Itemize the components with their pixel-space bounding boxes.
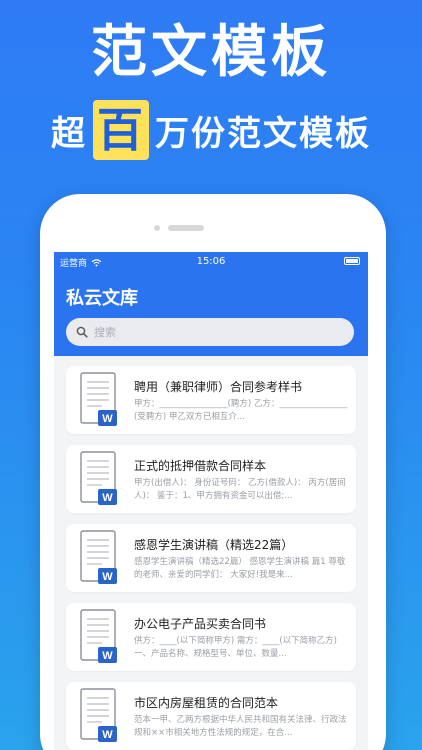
svg-text:W: W xyxy=(102,571,113,583)
document-excerpt: 供方：____(以下简称甲方) 需方：____(以下简称乙方) 一、产品名称、规… xyxy=(134,636,337,659)
document-title: 正式的抵押借款合同样本 xyxy=(134,459,267,473)
app-header: 运营商 15:06 私云文库 搜索 xyxy=(54,252,368,356)
promo-subtitle-prefix: 超 xyxy=(51,113,87,154)
document-card[interactable]: W 办公电子产品买卖合同书 供方：____(以下简称甲方) 需方：____(以下… xyxy=(66,603,356,671)
document-card[interactable]: W 感恩学生演讲稿（精选22篇） 感恩学生演讲稿（精选22篇） 感恩学生演讲稿 … xyxy=(66,524,356,592)
document-title: 感恩学生演讲稿（精选22篇） xyxy=(134,538,294,552)
promo-title: 范文模板 xyxy=(91,20,331,85)
document-title: 聘用（兼职律师）合同参考样书 xyxy=(134,380,303,394)
app-title: 私云文库 xyxy=(66,288,138,309)
svg-text:W: W xyxy=(102,492,113,504)
battery-icon xyxy=(344,257,360,265)
document-excerpt: 范本一甲、乙两方根据中华人民共和国有关法律、行政法规和××市相关地方性法规的规定… xyxy=(134,715,347,738)
phone-camera xyxy=(154,225,160,231)
phone-speaker xyxy=(168,225,204,231)
document-excerpt: 甲方：________________(聘方) 乙方：_____________… xyxy=(134,399,348,422)
document-excerpt: 甲方(出借人)： 身份证号码： 乙方(借款人)： 丙方(居间人)： 鉴于：1、甲… xyxy=(134,478,346,501)
search-placeholder: 搜索 xyxy=(94,326,116,339)
search-icon xyxy=(76,326,88,338)
promo-subtitle-highlight: 百 xyxy=(93,100,149,160)
search-input[interactable]: 搜索 xyxy=(66,318,354,346)
document-excerpt: 感恩学生演讲稿（精选22篇） 感恩学生演讲稿 篇1 尊敬的老师、亲爱的同学们： … xyxy=(134,557,346,580)
document-card[interactable]: W 聘用（兼职律师）合同参考样书 甲方：________________(聘方)… xyxy=(66,366,356,434)
word-document-icon: W xyxy=(80,372,117,426)
svg-text:W: W xyxy=(102,729,113,741)
word-document-icon: W xyxy=(80,609,117,663)
document-list: W 聘用（兼职律师）合同参考样书 甲方：________________(聘方)… xyxy=(66,366,356,750)
svg-text:W: W xyxy=(102,650,113,662)
status-bar: 运营商 15:06 xyxy=(54,252,368,270)
word-document-icon: W xyxy=(80,451,117,505)
document-title: 市区内房屋租赁的合同范本 xyxy=(134,696,279,710)
app-screen: 运营商 15:06 私云文库 搜索 W 聘用（兼职律师）合同参考样书 甲方：__… xyxy=(54,252,368,750)
status-time: 15:06 xyxy=(196,256,226,267)
document-card[interactable]: W 正式的抵押借款合同样本 甲方(出借人)： 身份证号码： 乙方(借款人)： 丙… xyxy=(66,445,356,513)
promo-subtitle-suffix: 万份范文模板 xyxy=(155,113,371,154)
word-document-icon: W xyxy=(80,688,117,742)
document-card[interactable]: W 市区内房屋租赁的合同范本 范本一甲、乙两方根据中华人民共和国有关法律、行政法… xyxy=(66,682,356,750)
svg-text:W: W xyxy=(102,413,113,425)
promo-subtitle: 超 百 万份范文模板 xyxy=(0,98,422,162)
document-title: 办公电子产品买卖合同书 xyxy=(134,617,267,631)
word-document-icon: W xyxy=(80,530,117,584)
